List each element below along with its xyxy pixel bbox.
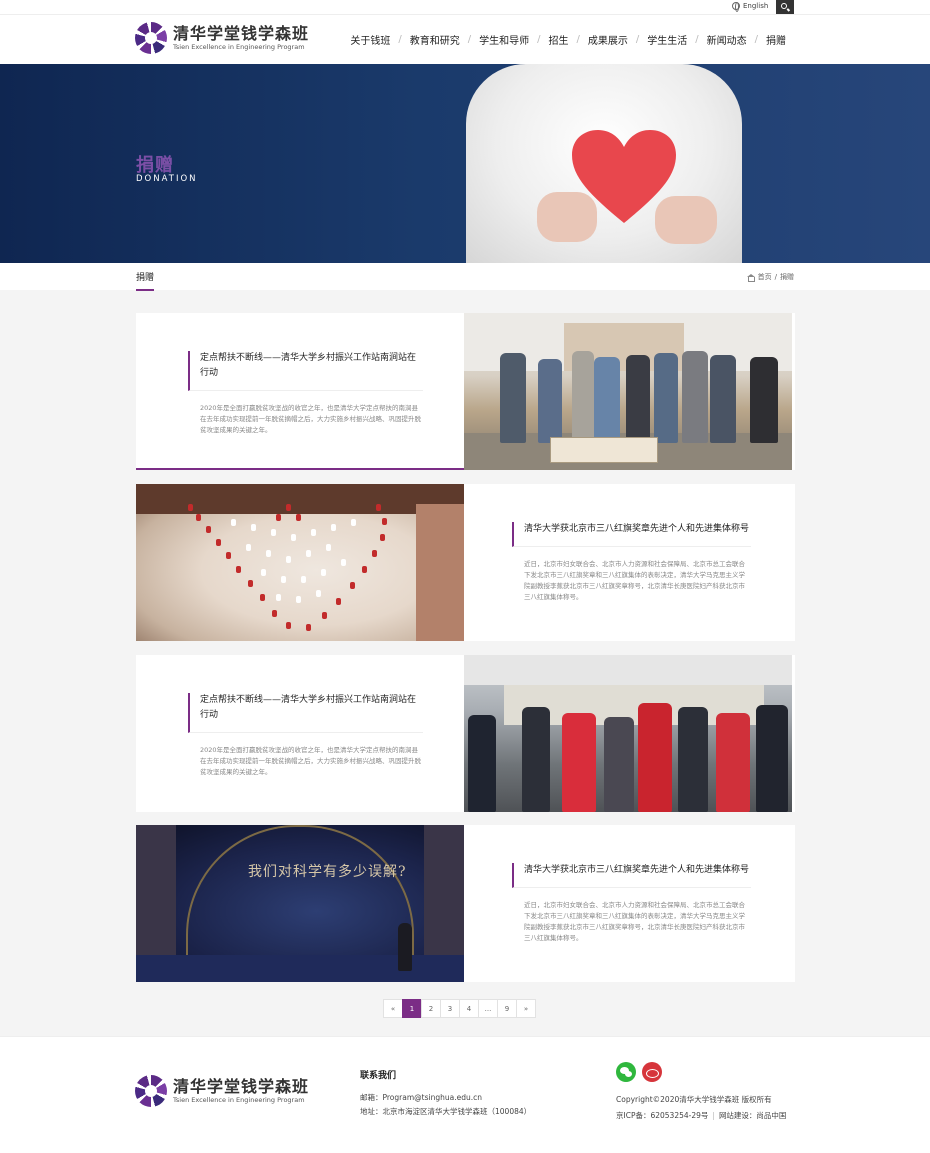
copyright-text: Copyright©2020清华大学钱学森班 版权所有 [616,1095,772,1104]
page-3[interactable]: 3 [440,999,460,1018]
logo-text: 清华学堂钱学森班 Tsien Excellence in Engineering… [173,23,310,52]
list-item[interactable]: 定点帮扶不断线——清华大学乡村振兴工作站南涧站在行动 2020年是全面打赢脱贫攻… [136,655,795,812]
list-item[interactable]: 定点帮扶不断线——清华大学乡村振兴工作站南涧站在行动 2020年是全面打赢脱贫攻… [136,313,795,470]
article-photo[interactable] [464,313,792,470]
main-nav: 关于钱班 / 教育和研究 / 学生和导师 / 招生 / 成果展示 / 学生生活 / 新闻动态… [342,32,794,47]
article-photo[interactable]: 我们对科学有多少误解? [136,825,464,982]
contact-heading: 联系我们 [360,1071,397,1081]
banner-hand-right [655,196,717,244]
footer-copyright: Copyright©2020清华大学钱学森班 版权所有 京ICP备：620532… [616,1092,786,1124]
logo-mark-icon [135,1075,167,1107]
weibo-icon[interactable] [642,1062,662,1082]
article-title[interactable]: 定点帮扶不断线——清华大学乡村振兴工作站南涧站在行动 [188,351,423,391]
article-text: 定点帮扶不断线——清华大学乡村振兴工作站南涧站在行动 2020年是全面打赢脱贫攻… [136,655,467,812]
footer-logo[interactable]: 清华学堂钱学森班 Tsien Excellence in Engineering… [135,1075,309,1107]
banner-subtitle: DONATION [136,174,198,184]
site-header: 清华学堂钱学森班 Tsien Excellence in Engineering… [0,14,930,64]
logo-text: 清华学堂钱学森班 Tsien Excellence in Engineering… [173,1076,310,1105]
home-icon[interactable] [746,273,756,282]
list-item[interactable]: 清华大学获北京市三八红旗奖章先进个人和先进集体称号 近日，北京市妇女联合会、北京… [136,484,795,641]
contact-address: 地址：北京市海淀区清华大学钱学森班（100084） [360,1107,532,1116]
breadcrumb-current: 捐赠 [780,273,794,281]
page-1[interactable]: 1 [402,999,422,1018]
page-prev[interactable]: « [383,999,403,1018]
icp-number[interactable]: 京ICP备：62053254-29号 [616,1111,708,1120]
footer-icp-line: 京ICP备：62053254-29号 | 网站建设：尚品中国 [616,1108,786,1124]
language-switch[interactable]: English [732,2,769,12]
nav-item-admission[interactable]: 招生 [541,32,577,47]
nav-item-donation[interactable]: 捐赠 [758,32,794,47]
nav-item-achievements[interactable]: 成果展示 [580,32,636,47]
logo-mark-icon [135,22,167,54]
article-text: 清华大学获北京市三八红旗奖章先进个人和先进集体称号 近日，北京市妇女联合会、北京… [464,825,795,982]
globe-icon [732,2,740,12]
nav-item-student-life[interactable]: 学生生活 [639,32,695,47]
site-logo[interactable]: 清华学堂钱学森班 Tsien Excellence in Engineering… [135,22,309,54]
list-item[interactable]: 我们对科学有多少误解? 清华大学获北京市三八红旗奖章先进个人和先进集体称号 近日… [136,825,795,982]
sub-navigation: 捐赠 首页 / 捐赠 [0,263,930,291]
article-summary: 2020年是全面打赢脱贫攻坚战的收官之年，也是清华大学定点帮扶的南涧县在去年成功… [200,404,421,434]
page-banner: 捐赠 DONATION [0,64,930,263]
social-links [616,1062,662,1082]
language-label: English [743,2,769,10]
article-title[interactable]: 清华大学获北京市三八红旗奖章先进个人和先进集体称号 [512,863,751,888]
breadcrumb-separator: / [774,273,777,281]
article-summary: 2020年是全面打赢脱贫攻坚战的收官之年，也是清华大学定点帮扶的南涧县在去年成功… [200,746,421,776]
subnav-tab-donation[interactable]: 捐赠 [136,270,155,291]
footer-contact: 联系我们 邮箱：Program@tsinghua.edu.cn 地址：北京市海淀… [360,1068,531,1119]
footer-separator: | [712,1111,715,1120]
article-text: 定点帮扶不断线——清华大学乡村振兴工作站南涧站在行动 2020年是全面打赢脱贫攻… [136,313,467,470]
site-credit[interactable]: 网站建设：尚品中国 [719,1111,787,1120]
page-4[interactable]: 4 [459,999,479,1018]
search-icon [781,3,787,9]
wechat-icon[interactable] [616,1062,636,1082]
search-button[interactable] [776,0,794,14]
banner-hand-left [537,192,597,242]
site-footer: 清华学堂钱学森班 Tsien Excellence in Engineering… [0,1036,930,1153]
breadcrumb-home[interactable]: 首页 [758,272,772,282]
page-next[interactable]: » [516,999,536,1018]
brand-name-en: Tsien Excellence in Engineering Program [173,1095,305,1104]
breadcrumb: 首页 / 捐赠 [746,272,794,282]
page-2[interactable]: 2 [421,999,441,1018]
pagination: « 1 2 3 4 ... 9 » [383,999,536,1018]
photo-caption: 我们对科学有多少误解? [248,864,407,880]
brand-name-cn: 清华学堂钱学森班 [173,1076,310,1096]
article-title[interactable]: 清华大学获北京市三八红旗奖章先进个人和先进集体称号 [512,522,751,547]
page-9[interactable]: 9 [497,999,517,1018]
article-summary: 近日，北京市妇女联合会、北京市人力资源和社会保障局、北京市总工会联合下发北京市三… [524,560,745,601]
contact-email[interactable]: 邮箱：Program@tsinghua.edu.cn [360,1091,531,1105]
article-summary: 近日，北京市妇女联合会、北京市人力资源和社会保障局、北京市总工会联合下发北京市三… [524,901,745,942]
top-utility-bar: English [0,0,930,14]
article-photo[interactable] [464,655,792,812]
page-ellipsis: ... [478,999,498,1018]
brand-name-cn: 清华学堂钱学森班 [173,23,310,43]
nav-item-about[interactable]: 关于钱班 [342,32,398,47]
brand-name-en: Tsien Excellence in Engineering Program [173,42,305,51]
nav-item-news[interactable]: 新闻动态 [699,32,755,47]
article-text: 清华大学获北京市三八红旗奖章先进个人和先进集体称号 近日，北京市妇女联合会、北京… [464,484,795,641]
nav-item-students[interactable]: 学生和导师 [471,32,537,47]
article-title[interactable]: 定点帮扶不断线——清华大学乡村振兴工作站南涧站在行动 [188,693,423,733]
nav-item-education[interactable]: 教育和研究 [402,32,468,47]
article-photo[interactable] [136,484,464,641]
